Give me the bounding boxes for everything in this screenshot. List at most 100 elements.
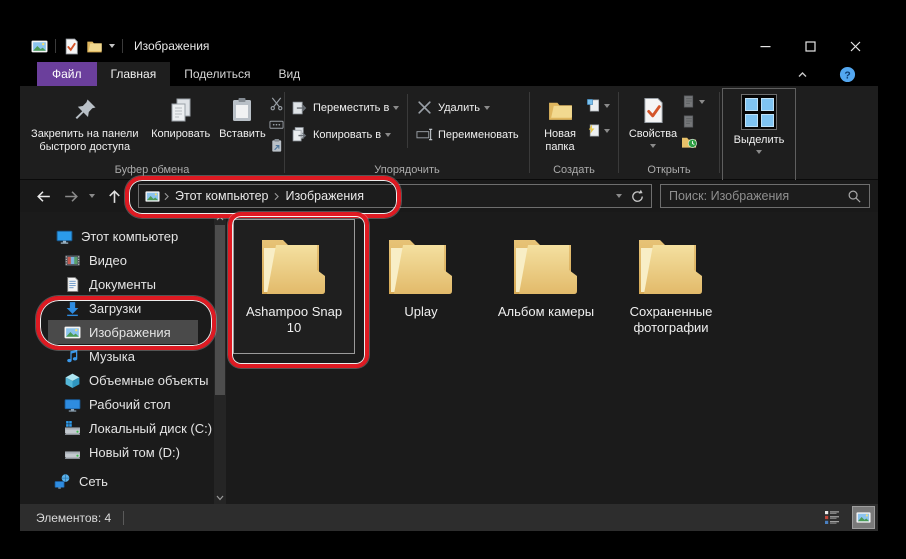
cube-icon	[64, 372, 81, 389]
ribbon-group-open: Свойства Открыть	[619, 86, 719, 179]
new-item-button[interactable]	[586, 98, 610, 113]
properties-button[interactable]: Свойства	[625, 92, 681, 148]
folder-tile-ashampoo-snap-10[interactable]: Ashampoo Snap 10	[233, 219, 355, 354]
ribbon-group-clipboard: Закрепить на панели быстрого доступа Коп…	[20, 86, 284, 179]
qat-customize-chevron-icon[interactable]	[109, 44, 115, 48]
properties-quick-icon[interactable]	[63, 38, 80, 55]
easy-access-button[interactable]	[586, 123, 610, 138]
documents-icon	[64, 276, 81, 293]
ribbon-group-organize: Переместить в Копировать в Удалить Переи…	[285, 86, 529, 179]
recent-locations-chevron-icon[interactable]	[89, 194, 95, 198]
edit-icon[interactable]	[681, 114, 696, 129]
easy-access-icon	[586, 123, 601, 138]
search-icon[interactable]	[847, 189, 862, 204]
sidebar-item-3d-objects[interactable]: Объемные объекты	[20, 368, 226, 392]
tab-share[interactable]: Поделиться	[170, 62, 264, 86]
scroll-down-icon[interactable]	[214, 492, 226, 504]
chevron-right-icon	[164, 192, 169, 200]
copy-to-icon	[291, 126, 308, 143]
thumbnail-view-button[interactable]	[852, 506, 875, 529]
open-icon	[681, 94, 696, 109]
history-icon[interactable]	[681, 134, 698, 149]
new-item-icon	[586, 98, 601, 113]
new-folder-quick-icon[interactable]	[86, 38, 103, 55]
chevron-down-icon	[650, 144, 656, 148]
folder-tile-uplay[interactable]: Uplay	[360, 220, 482, 320]
paste-button[interactable]: Вставить	[216, 92, 269, 141]
sidebar-item-music[interactable]: Музыка	[20, 344, 226, 368]
sidebar-item-desktop[interactable]: Рабочий стол	[20, 392, 226, 416]
forward-icon[interactable]	[62, 187, 81, 206]
downloads-icon	[64, 300, 81, 317]
tab-view[interactable]: Вид	[264, 62, 314, 86]
ribbon-group-create: Новая папка Создать	[530, 86, 618, 179]
open-button[interactable]	[681, 94, 705, 109]
navigation-pane: Этот компьютер Видео Документы Загрузки …	[20, 212, 226, 504]
address-history-chevron-icon[interactable]	[616, 194, 622, 198]
tab-home[interactable]: Главная	[96, 62, 171, 86]
tab-file[interactable]: Файл	[37, 62, 97, 86]
details-view-icon[interactable]	[824, 510, 841, 525]
desktop-icon	[64, 396, 81, 413]
back-icon[interactable]	[34, 187, 53, 206]
breadcrumb-item-computer[interactable]: Этот компьютер	[173, 189, 270, 203]
refresh-icon[interactable]	[630, 189, 645, 204]
paste-shortcut-icon[interactable]	[269, 138, 284, 153]
divider	[122, 39, 123, 53]
divider	[719, 92, 720, 173]
copy-path-icon[interactable]	[269, 117, 284, 132]
new-folder-button[interactable]: Новая папка	[534, 92, 586, 154]
window-title: Изображения	[134, 39, 210, 53]
delete-icon	[416, 99, 433, 116]
up-icon[interactable]	[105, 187, 124, 206]
close-button[interactable]	[833, 30, 878, 62]
file-list: Ashampoo Snap 10 Uplay Альбом камеры Сох…	[226, 212, 878, 504]
ribbon-group-select: Выделить	[722, 88, 796, 181]
divider	[55, 39, 56, 53]
content-area: Этот компьютер Видео Документы Загрузки …	[20, 212, 878, 504]
search-box	[660, 184, 870, 208]
scrollbar-thumb[interactable]	[215, 225, 225, 395]
sidebar-item-this-pc[interactable]: Этот компьютер	[20, 224, 226, 248]
system-drive-icon	[64, 420, 81, 437]
maximize-button[interactable]	[788, 30, 833, 62]
move-to-button[interactable]: Переместить в	[291, 94, 407, 121]
breadcrumb-item-pictures[interactable]: Изображения	[283, 189, 366, 203]
pictures-icon	[145, 189, 160, 204]
chevron-down-icon	[604, 128, 610, 133]
search-input[interactable]	[661, 185, 849, 207]
rename-icon	[416, 126, 433, 143]
pin-to-quick-access-button[interactable]: Закрепить на панели быстрого доступа	[24, 92, 146, 154]
cut-icon[interactable]	[269, 96, 284, 111]
group-label-organize: Упорядочить	[374, 164, 440, 176]
copy-to-button[interactable]: Копировать в	[291, 121, 407, 148]
sidebar-item-documents[interactable]: Документы	[20, 272, 226, 296]
drive-icon	[64, 444, 81, 461]
folder-tile-camera-album[interactable]: Альбом камеры	[485, 220, 607, 320]
copy-button[interactable]: Копировать	[146, 92, 216, 141]
select-all-icon	[741, 94, 777, 130]
sidebar-item-local-disk-c[interactable]: Локальный диск (C:)	[20, 416, 226, 440]
explorer-window: Изображения Файл Главная Поделиться Вид …	[20, 30, 878, 531]
minimize-button[interactable]	[743, 30, 788, 62]
sidebar-scrollbar[interactable]	[214, 212, 226, 504]
sidebar-item-new-volume-d[interactable]: Новый том (D:)	[20, 440, 226, 464]
title-bar: Изображения	[20, 30, 878, 62]
breadcrumb[interactable]: Этот компьютер Изображения	[138, 184, 652, 208]
sidebar-item-videos[interactable]: Видео	[20, 248, 226, 272]
folder-icon	[633, 228, 709, 300]
collapse-ribbon-icon[interactable]	[796, 68, 809, 81]
sidebar-item-network[interactable]: Сеть	[20, 469, 226, 493]
folder-tile-saved-photos[interactable]: Сохраненные фотографии	[610, 220, 732, 336]
select-button[interactable]: Выделить	[723, 89, 795, 154]
address-bar: Этот компьютер Изображения	[20, 180, 878, 212]
scroll-up-icon[interactable]	[214, 212, 226, 224]
sidebar-item-pictures[interactable]: Изображения	[48, 320, 198, 344]
sidebar-item-downloads[interactable]: Загрузки	[20, 296, 226, 320]
help-icon[interactable]: ?	[839, 66, 856, 83]
videos-icon	[64, 252, 81, 269]
rename-button[interactable]: Переименовать	[416, 121, 526, 148]
pin-icon	[72, 97, 98, 123]
delete-button[interactable]: Удалить	[416, 94, 526, 121]
chevron-right-icon	[274, 192, 280, 200]
